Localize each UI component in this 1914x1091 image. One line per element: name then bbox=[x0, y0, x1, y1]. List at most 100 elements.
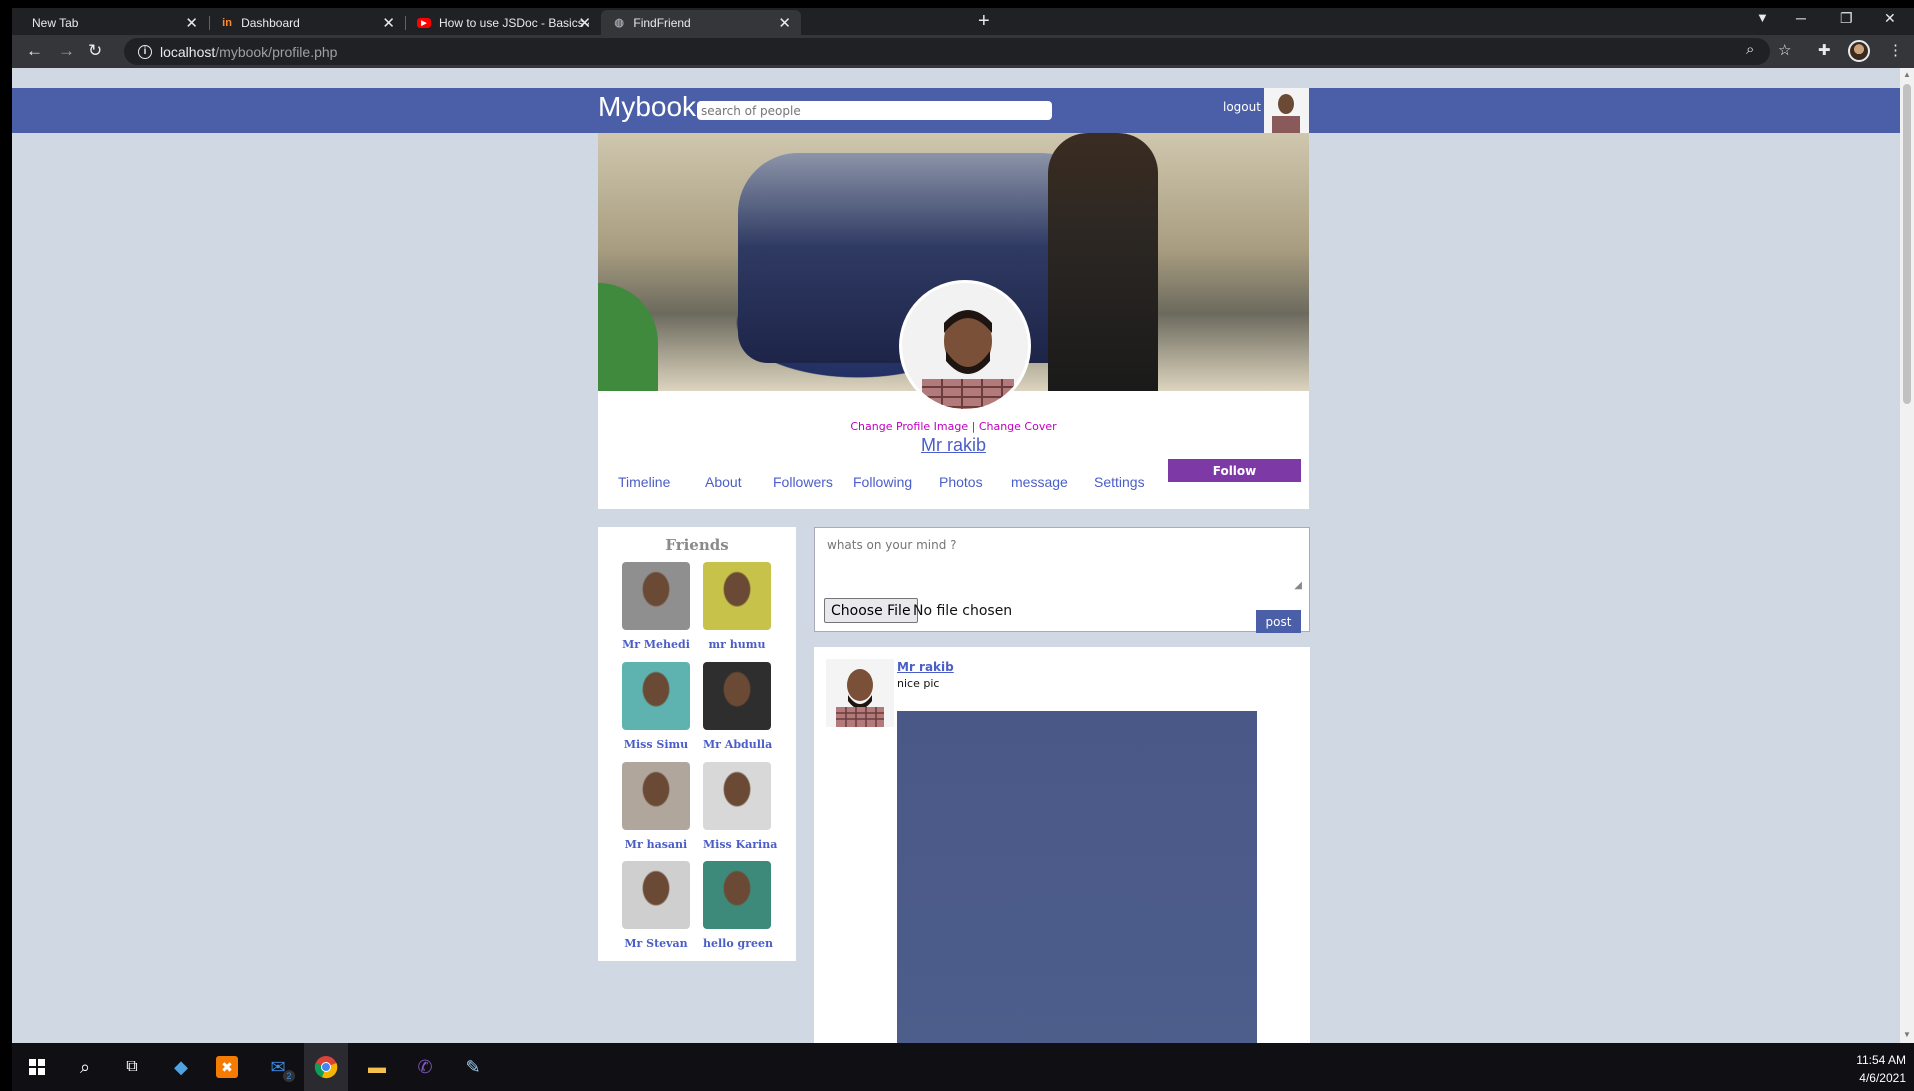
post-author-avatar[interactable] bbox=[826, 659, 894, 727]
nav-followers[interactable]: Followers bbox=[773, 474, 833, 490]
friend-item[interactable]: mr humu bbox=[703, 562, 771, 651]
friend-name[interactable]: hello green bbox=[703, 937, 773, 950]
friend-name[interactable]: Mr Mehedi bbox=[622, 638, 690, 651]
restore-icon[interactable]: ❐ bbox=[1840, 10, 1853, 27]
change-cover-link[interactable]: Change Cover bbox=[979, 420, 1057, 433]
friend-name[interactable]: Mr Abdulla bbox=[703, 738, 772, 751]
friend-avatar[interactable] bbox=[622, 662, 690, 730]
profile-avatar-icon[interactable] bbox=[1848, 40, 1870, 62]
change-profile-image-link[interactable]: Change Profile Image bbox=[850, 420, 968, 433]
post-image[interactable] bbox=[897, 711, 1257, 1043]
close-icon[interactable]: ✕ bbox=[382, 14, 395, 32]
youtube-icon: ▶ bbox=[417, 17, 431, 28]
address-bar[interactable]: i localhost /mybook/profile.php bbox=[124, 38, 1770, 65]
header-avatar[interactable] bbox=[1264, 88, 1309, 133]
friend-item[interactable]: Mr Abdulla bbox=[703, 662, 772, 751]
notepad-icon[interactable]: ✎ bbox=[460, 1054, 486, 1080]
nav-timeline[interactable]: Timeline bbox=[618, 474, 670, 490]
nav-following[interactable]: Following bbox=[853, 474, 912, 490]
page: Mybook logout Change Profile Image | Cha… bbox=[12, 68, 1900, 1043]
task-view-icon[interactable]: ⧉ bbox=[119, 1054, 145, 1080]
scroll-down-icon[interactable]: ▼ bbox=[1903, 1030, 1911, 1039]
follow-button[interactable]: Follow bbox=[1168, 459, 1301, 482]
app-icon[interactable]: ◆ bbox=[168, 1054, 194, 1080]
friend-name[interactable]: Mr hasani bbox=[622, 838, 690, 851]
tab-findfriend[interactable]: ◍ FindFriend ✕ bbox=[601, 10, 801, 35]
profile-name[interactable]: Mr rakib bbox=[598, 435, 1309, 456]
tab-title: FindFriend bbox=[633, 15, 691, 30]
viber-icon[interactable]: ✆ bbox=[412, 1054, 438, 1080]
zoom-icon[interactable]: ⌕ bbox=[1746, 41, 1754, 58]
brand-logo[interactable]: Mybook bbox=[598, 91, 696, 123]
windows-start-icon[interactable] bbox=[24, 1054, 50, 1080]
link-separator: | bbox=[968, 420, 979, 433]
nav-photos[interactable]: Photos bbox=[939, 474, 983, 490]
friend-name[interactable]: Miss Simu bbox=[622, 738, 690, 751]
close-icon[interactable]: ✕ bbox=[778, 14, 791, 32]
friend-item[interactable]: Miss Simu bbox=[622, 662, 690, 751]
scroll-up-icon[interactable]: ▲ bbox=[1903, 70, 1911, 79]
nav-about[interactable]: About bbox=[705, 474, 742, 490]
url-host: localhost bbox=[160, 43, 216, 60]
friend-item[interactable]: Miss Karina bbox=[703, 762, 777, 851]
logout-link[interactable]: logout bbox=[1223, 100, 1261, 114]
friend-avatar[interactable] bbox=[622, 762, 690, 830]
tab-dashboard[interactable]: in Dashboard ✕ bbox=[209, 10, 405, 35]
url-path: /mybook/profile.php bbox=[215, 43, 338, 60]
friend-item[interactable]: Mr Mehedi bbox=[622, 562, 690, 651]
resize-handle-icon[interactable]: ◢ bbox=[1294, 580, 1302, 591]
friend-name[interactable]: Miss Karina bbox=[703, 838, 777, 851]
nav-settings[interactable]: Settings bbox=[1094, 474, 1145, 490]
globe-icon: ◍ bbox=[614, 17, 624, 29]
file-explorer-icon[interactable]: ▬ bbox=[364, 1054, 390, 1080]
friend-avatar[interactable] bbox=[622, 861, 690, 929]
xampp-icon[interactable]: ✖ bbox=[216, 1056, 238, 1078]
minimize-icon[interactable]: ─ bbox=[1796, 10, 1806, 26]
tab-jsdoc[interactable]: ▶ How to use JSDoc - Basics & Intr ✕ bbox=[405, 10, 601, 35]
friend-name[interactable]: Mr Stevan bbox=[622, 937, 690, 950]
info-icon[interactable]: i bbox=[138, 44, 152, 59]
back-icon[interactable]: ← bbox=[26, 41, 43, 61]
mail-icon[interactable]: ✉ 2 bbox=[265, 1054, 295, 1082]
choose-file-button[interactable]: Choose File bbox=[824, 598, 918, 623]
taskbar: ⌕ ⧉ ◆ ✖ ✉ 2 ▬ ✆ ✎ 11:54 AM 4/6/2021 bbox=[12, 1043, 1914, 1091]
close-icon[interactable]: ✕ bbox=[578, 14, 591, 32]
post-textarea[interactable] bbox=[823, 534, 1301, 589]
close-icon[interactable]: ✕ bbox=[185, 14, 198, 32]
extensions-icon[interactable]: ✚ bbox=[1818, 41, 1831, 59]
tab-bar: New Tab ✕ in Dashboard ✕ ▶ How to use JS… bbox=[12, 8, 1914, 35]
friend-avatar[interactable] bbox=[622, 562, 690, 630]
post-button[interactable]: post bbox=[1256, 610, 1301, 633]
clock-date: 4/6/2021 bbox=[1859, 1071, 1906, 1085]
forward-icon[interactable]: → bbox=[58, 41, 75, 61]
friend-avatar[interactable] bbox=[703, 662, 771, 730]
system-clock[interactable]: 11:54 AM 4/6/2021 bbox=[1856, 1051, 1906, 1087]
friend-avatar[interactable] bbox=[703, 861, 771, 929]
menu-icon[interactable]: ⋮ bbox=[1888, 41, 1903, 59]
nav-message[interactable]: message bbox=[1011, 474, 1068, 490]
tab-title: How to use JSDoc - Basics & Intr bbox=[439, 15, 589, 30]
star-icon[interactable]: ☆ bbox=[1778, 41, 1791, 59]
friend-avatar[interactable] bbox=[703, 562, 771, 630]
friend-name[interactable]: mr humu bbox=[703, 638, 771, 651]
invision-icon: in bbox=[222, 16, 232, 29]
friend-item[interactable]: Mr hasani bbox=[622, 762, 690, 851]
friend-item[interactable]: hello green bbox=[703, 861, 773, 950]
close-window-icon[interactable]: ✕ bbox=[1884, 10, 1896, 27]
friend-item[interactable]: Mr Stevan bbox=[622, 861, 690, 950]
new-tab-icon[interactable]: + bbox=[978, 10, 990, 33]
tab-search-icon[interactable]: ▼ bbox=[1756, 10, 1769, 25]
friend-avatar[interactable] bbox=[703, 762, 771, 830]
chrome-icon[interactable] bbox=[304, 1043, 348, 1091]
post-composer: ◢ Choose File No file chosen post bbox=[814, 527, 1310, 633]
change-links: Change Profile Image | Change Cover bbox=[598, 420, 1309, 433]
post-author-name[interactable]: Mr rakib bbox=[897, 660, 954, 674]
post-card: Mr rakib nice pic bbox=[814, 647, 1310, 1043]
reload-icon[interactable]: ↻ bbox=[88, 41, 102, 61]
search-icon[interactable]: ⌕ bbox=[72, 1054, 98, 1080]
scrollbar-thumb[interactable] bbox=[1903, 84, 1911, 404]
clock-time: 11:54 AM bbox=[1856, 1053, 1906, 1067]
tab-new-tab[interactable]: New Tab ✕ bbox=[12, 10, 208, 35]
search-input[interactable] bbox=[697, 101, 1052, 120]
page-scrollbar[interactable]: ▲ ▼ bbox=[1900, 68, 1914, 1043]
